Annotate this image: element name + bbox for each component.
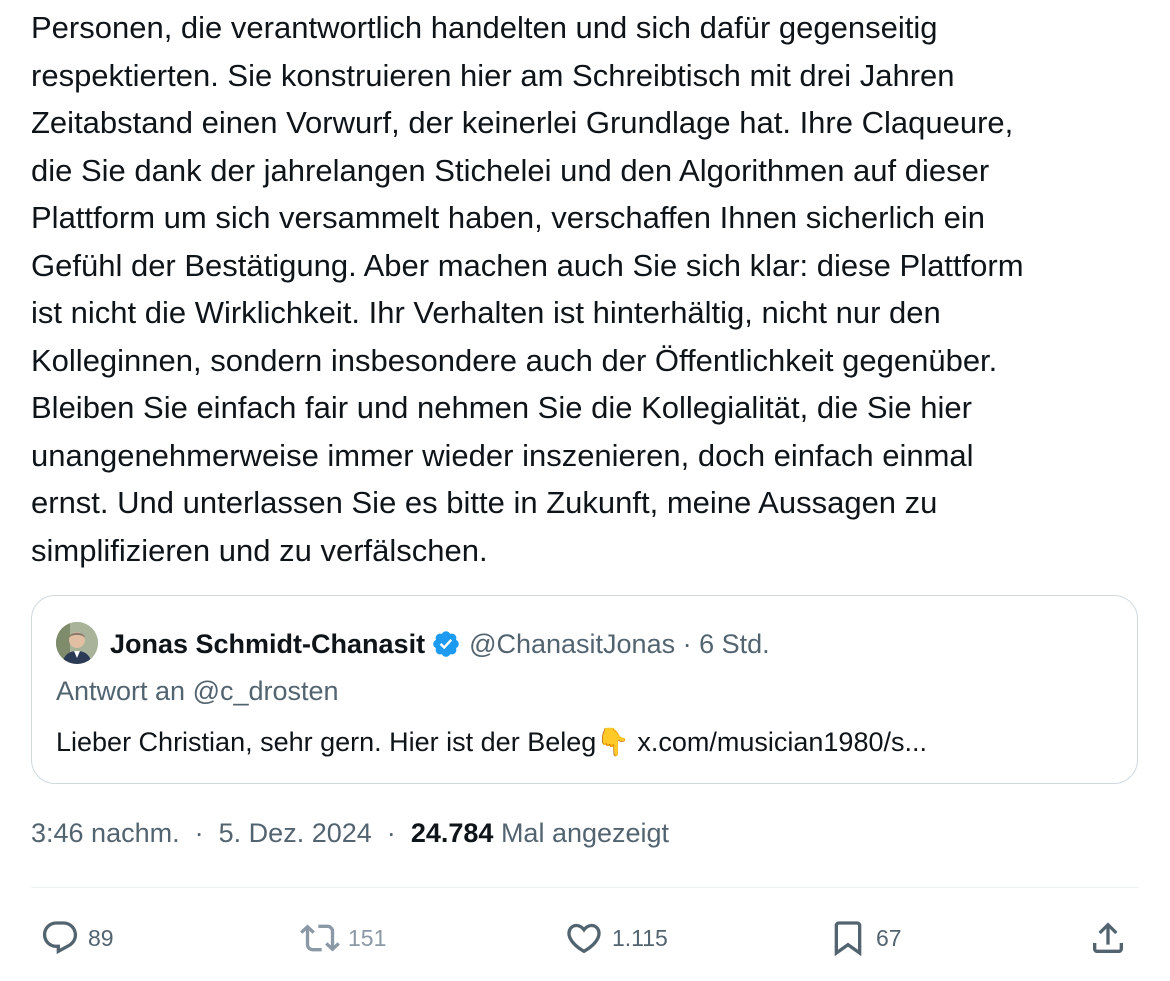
meta-separator: ·	[682, 628, 692, 659]
quoted-tweet-time[interactable]: 6 Std.	[699, 629, 770, 660]
tweet-text-line: Gefühl der Bestätigung. Aber machen auch…	[31, 247, 1024, 283]
tweet-text-line: Bleiben Sie einfach fair und nehmen Sie …	[31, 390, 972, 425]
share-icon	[1093, 922, 1123, 953]
quoted-tweet-header: Jonas Schmidt-Chanasit @ChanasitJonas · …	[110, 624, 770, 664]
action-bar: 89 151 1.115 67	[0, 910, 1170, 966]
quoted-author-name[interactable]: Jonas Schmidt-Chanasit	[110, 629, 425, 660]
tweet-text-line: Zeitabstand einen Vorwurf, der keinerlei…	[31, 105, 1014, 140]
tweet-text-line: simplifizieren und zu verfälschen.	[31, 532, 488, 568]
bookmark-icon	[834, 921, 862, 957]
tweet-text-line: ist nicht die Wirklichkeit. Ihr Verhalte…	[31, 295, 941, 330]
divider	[31, 887, 1139, 888]
reply-count: 89	[88, 924, 114, 951]
avatar-image	[56, 622, 98, 664]
tweet-text: Personen, die verantwortlich handelten u…	[31, 4, 1146, 574]
tweet-text-line: unangenehmerweise immer wieder inszenier…	[31, 437, 974, 473]
tweet-date[interactable]: 5. Dez. 2024	[219, 818, 372, 848]
retweet-icon	[300, 924, 340, 952]
verified-badge-icon	[433, 631, 459, 657]
like-count: 1.115	[612, 924, 668, 951]
tweet-text-line: respektierten. Sie konstruieren hier am …	[31, 57, 955, 93]
tweet-time[interactable]: 3:46 nachm.	[31, 818, 180, 848]
retweet-count: 151	[348, 924, 387, 951]
reply-button[interactable]: 89	[40, 910, 114, 966]
tweet-text-line: Plattform um sich versammelt haben, vers…	[31, 200, 985, 235]
views-label: Mal angezeigt	[500, 818, 670, 848]
views-count: 24.784	[410, 818, 494, 848]
tweet-text-line: ernst. Und unterlassen Sie es bitte in Z…	[31, 485, 938, 520]
tweet-text-line: Personen, die verantwortlich handelten u…	[31, 10, 938, 45]
heart-icon	[567, 923, 601, 954]
reply-context: Antwort an @c_drosten	[56, 676, 339, 706]
bookmark-button[interactable]: 67	[828, 910, 902, 966]
tweet-metadata: 3:46 nachm. · 5. Dez. 2024 · 24.784 Mal …	[31, 818, 669, 849]
retweet-button[interactable]: 151	[300, 910, 386, 966]
avatar[interactable]	[56, 622, 98, 664]
meta-separator: ·	[386, 818, 396, 848]
reply-icon	[42, 921, 78, 955]
share-button[interactable]	[1088, 910, 1136, 966]
tweet-text-line: Kolleginnen, sondern insbesondere auch d…	[31, 342, 998, 378]
quoted-tweet-text: Lieber Christian, sehr gern. Hier ist de…	[56, 727, 927, 757]
like-button[interactable]: 1.115	[564, 910, 668, 966]
meta-separator: ·	[194, 818, 204, 848]
tweet-text-line: die Sie dank der jahrelangen Stichelei u…	[31, 152, 990, 188]
quoted-author-handle[interactable]: @ChanasitJonas	[469, 629, 675, 660]
quoted-tweet-card[interactable]: Jonas Schmidt-Chanasit @ChanasitJonas · …	[31, 595, 1138, 784]
bookmark-count: 67	[876, 924, 902, 951]
